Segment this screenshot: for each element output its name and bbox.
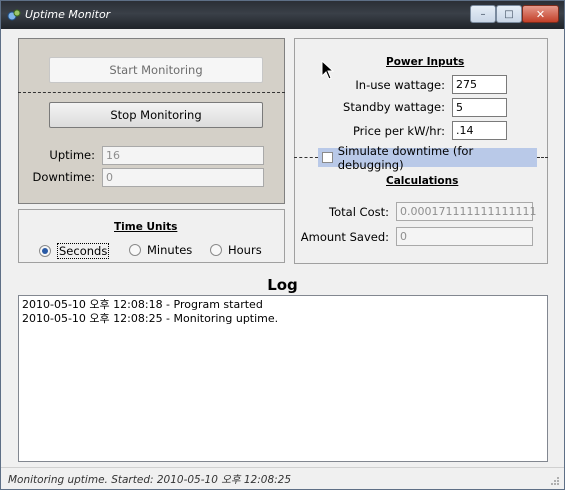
- mouse-pointer-icon: [321, 60, 335, 80]
- amount-saved-field[interactable]: 0: [396, 227, 533, 246]
- calculations-heading: Calculations: [386, 175, 459, 187]
- window-title: Uptime Monitor: [25, 8, 111, 21]
- price-input[interactable]: .14: [452, 121, 507, 140]
- maximize-icon: □: [504, 8, 514, 20]
- minimize-button[interactable]: –: [470, 5, 496, 23]
- divider-line: [294, 157, 318, 158]
- log-title: Log: [267, 276, 298, 294]
- power-inputs-heading: Power Inputs: [386, 56, 465, 68]
- radio-seconds[interactable]: Seconds: [39, 243, 110, 259]
- downtime-label: Downtime:: [32, 170, 95, 184]
- time-units-group: Time Units Seconds Minutes Hours: [18, 209, 285, 263]
- app-window: Uptime Monitor – □ ✕ Start Monitoring St…: [0, 0, 565, 490]
- radio-minutes[interactable]: Minutes: [129, 243, 192, 257]
- uptime-label: Uptime:: [49, 148, 95, 162]
- close-icon: ✕: [535, 7, 546, 21]
- monitor-panel: Start Monitoring Stop Monitoring Uptime:…: [18, 38, 285, 204]
- simulate-row: Simulate downtime (for debugging): [294, 144, 548, 172]
- checkbox-unchecked-icon: [322, 152, 333, 163]
- close-button[interactable]: ✕: [522, 5, 559, 23]
- uptime-field[interactable]: 16: [102, 146, 264, 165]
- status-text: Monitoring uptime. Started: 2010-05-10 오…: [8, 474, 292, 486]
- log-line: 2010-05-10 오후 12:08:25 - Monitoring upti…: [22, 312, 279, 325]
- app-icon: [7, 9, 21, 21]
- panel-divider: [18, 92, 285, 93]
- radio-checked-icon: [39, 245, 51, 257]
- start-monitoring-button[interactable]: Start Monitoring: [49, 57, 263, 83]
- stop-monitoring-button[interactable]: Stop Monitoring: [49, 102, 263, 128]
- log-textbox[interactable]: 2010-05-10 오후 12:08:18 - Program started…: [18, 295, 548, 462]
- log-line: 2010-05-10 오후 12:08:18 - Program started: [22, 298, 263, 311]
- time-units-heading: Time Units: [114, 221, 178, 233]
- total-cost-field[interactable]: 0.000171111111111111: [396, 202, 536, 221]
- radio-hours-label: Hours: [228, 243, 262, 257]
- status-bar: Monitoring uptime. Started: 2010-05-10 오…: [1, 467, 564, 489]
- radio-unchecked-icon: [210, 244, 222, 256]
- price-label: Price per kW/hr:: [352, 124, 445, 138]
- radio-seconds-label: Seconds: [57, 243, 110, 259]
- title-bar[interactable]: Uptime Monitor – □ ✕: [1, 1, 564, 29]
- standby-wattage-input[interactable]: 5: [452, 98, 507, 117]
- total-cost-label: Total Cost:: [329, 205, 389, 219]
- amount-saved-label: Amount Saved:: [300, 230, 389, 244]
- standby-wattage-label: Standby wattage:: [343, 100, 445, 114]
- in-use-wattage-input[interactable]: 275: [452, 75, 507, 94]
- simulate-downtime-checkbox[interactable]: Simulate downtime (for debugging): [318, 144, 537, 172]
- downtime-field[interactable]: 0: [102, 168, 264, 187]
- resize-grip-icon[interactable]: [550, 476, 560, 486]
- minimize-icon: –: [480, 8, 486, 20]
- maximize-button[interactable]: □: [496, 5, 522, 23]
- radio-unchecked-icon: [129, 244, 141, 256]
- radio-hours[interactable]: Hours: [210, 243, 262, 257]
- divider-line: [537, 157, 548, 158]
- radio-minutes-label: Minutes: [147, 243, 193, 257]
- in-use-wattage-label: In-use wattage:: [355, 78, 445, 92]
- simulate-downtime-label: Simulate downtime (for debugging): [337, 143, 474, 172]
